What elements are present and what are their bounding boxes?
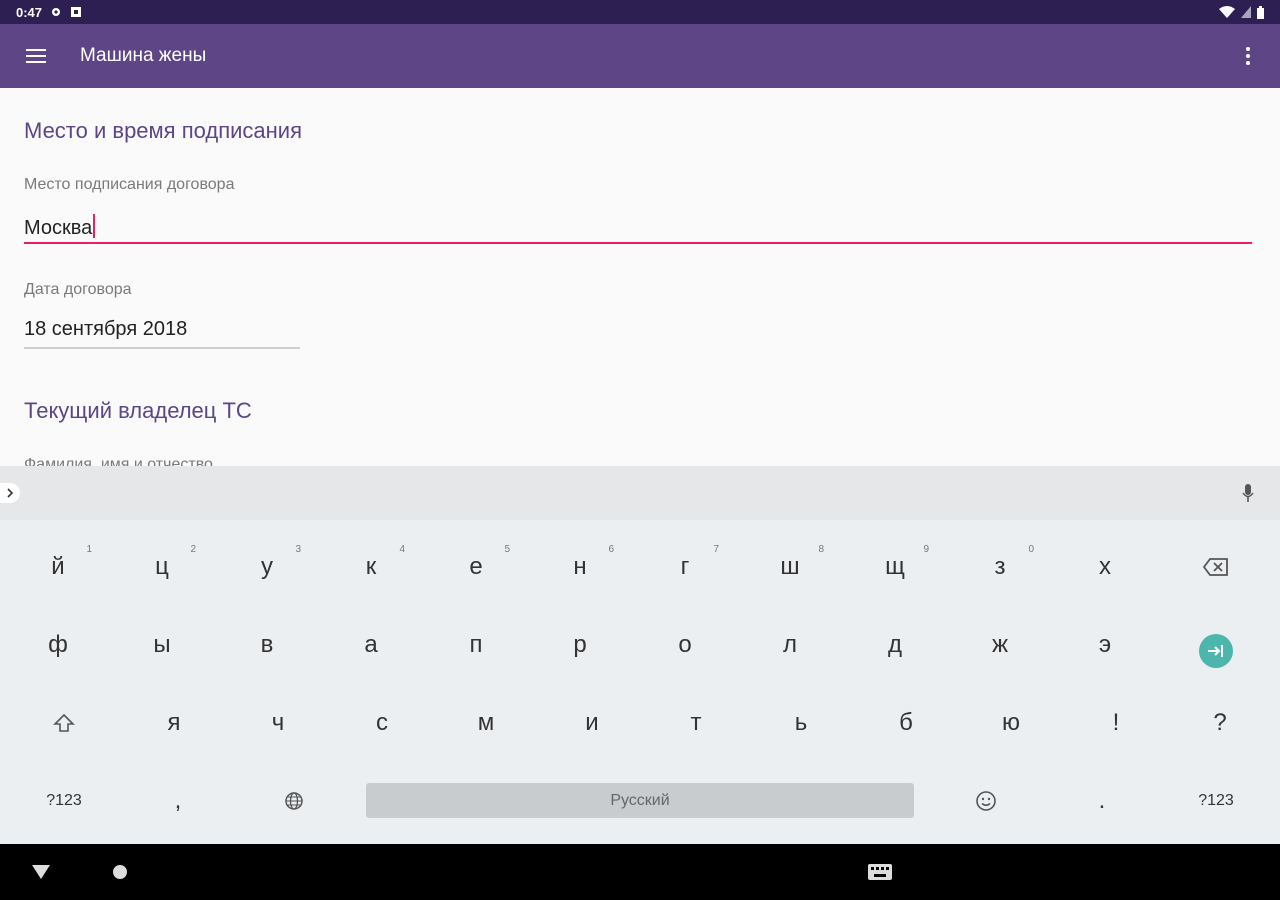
key-row1-9[interactable]: з0 [948, 528, 1052, 606]
key-row1-7[interactable]: ш8 [738, 528, 842, 606]
status-bar: 0:47 [0, 0, 1280, 24]
suggestion-strip [0, 466, 1280, 520]
shift-icon [53, 713, 75, 732]
battery-icon [1257, 5, 1264, 19]
emoji-key[interactable] [934, 762, 1038, 840]
app-title: Машина жены [80, 45, 207, 66]
date-field[interactable]: 18 сентября 2018 [24, 318, 187, 341]
place-field[interactable]: Москва [24, 214, 96, 240]
place-field-label: Место подписания договора [24, 176, 235, 193]
key-row2-0[interactable]: ф [6, 606, 110, 684]
space-key[interactable]: Русский [366, 783, 914, 818]
place-field-underline [24, 242, 1252, 244]
key-row2-10[interactable]: э [1053, 606, 1157, 684]
key-row1-8[interactable]: щ9 [843, 528, 947, 606]
key-row2-7[interactable]: л [738, 606, 842, 684]
section-title-current-owner: Текущий владелец ТС [24, 398, 252, 423]
place-field-value: Москва [24, 217, 93, 239]
more-vert-icon [1246, 47, 1250, 51]
backspace-key[interactable] [1164, 528, 1268, 606]
chevron-right-icon [7, 488, 14, 498]
signal-icon [1241, 6, 1251, 18]
emoji-icon [976, 791, 996, 811]
key-row1-6[interactable]: г7 [633, 528, 737, 606]
key-row1-1[interactable]: ц2 [110, 528, 214, 606]
back-icon[interactable] [32, 865, 50, 879]
comma-key[interactable]: , [126, 762, 230, 840]
more-options-button[interactable] [1216, 24, 1280, 88]
symbols-key-right[interactable]: ?123 [1164, 762, 1268, 840]
key-row3-8[interactable]: ю [959, 684, 1063, 762]
key-row3-9[interactable]: ! [1064, 684, 1168, 762]
enter-key[interactable] [1164, 612, 1268, 690]
date-field-label: Дата договора [24, 281, 132, 298]
key-row2-2[interactable]: в [215, 606, 319, 684]
settings-icon [52, 8, 61, 16]
key-row2-8[interactable]: д [843, 606, 947, 684]
home-icon[interactable] [113, 865, 127, 879]
keyboard-switch-icon[interactable] [868, 864, 892, 880]
form-content: Место и время подписания Место подписани… [0, 88, 1280, 466]
symbols-key-left[interactable]: ?123 [12, 762, 116, 840]
key-row2-6[interactable]: о [633, 606, 737, 684]
key-row1-5[interactable]: н6 [528, 528, 632, 606]
key-row1-2[interactable]: у3 [215, 528, 319, 606]
wifi-icon [1219, 6, 1235, 18]
text-cursor [93, 214, 96, 238]
key-row2-3[interactable]: а [319, 606, 423, 684]
key-row3-3[interactable]: м [434, 684, 538, 762]
status-time: 0:47 [16, 4, 43, 20]
key-row1-4[interactable]: е5 [424, 528, 528, 606]
shift-key[interactable] [12, 684, 116, 762]
key-row1-10[interactable]: х [1053, 528, 1157, 606]
date-field-underline [24, 347, 300, 349]
next-tab-icon [1199, 634, 1233, 668]
navigation-bar [0, 844, 1280, 900]
key-row3-4[interactable]: и [540, 684, 644, 762]
key-row1-0[interactable]: й1 [6, 528, 110, 606]
hamburger-menu-icon [26, 49, 46, 63]
keyboard: й1 ц2 у3 к4 е5 н6 г7 ш8 щ9 з0 х ф ы в а … [0, 520, 1280, 844]
key-row2-9[interactable]: ж [948, 606, 1052, 684]
key-row3-0[interactable]: я [122, 684, 226, 762]
key-row3-5[interactable]: т [644, 684, 748, 762]
key-row3-7[interactable]: б [854, 684, 958, 762]
key-row2-5[interactable]: р [528, 606, 632, 684]
key-row3-6[interactable]: ь [749, 684, 853, 762]
backspace-icon [1203, 558, 1228, 576]
key-row3-10[interactable]: ? [1168, 684, 1272, 762]
section-title-place-time: Место и время подписания [24, 118, 302, 143]
period-key[interactable]: . [1050, 762, 1154, 840]
menu-button[interactable] [0, 24, 72, 88]
key-row3-2[interactable]: с [330, 684, 434, 762]
key-row2-1[interactable]: ы [110, 606, 214, 684]
language-key[interactable] [242, 762, 346, 840]
key-row1-3[interactable]: к4 [319, 528, 423, 606]
notification-icon [71, 7, 82, 17]
expand-suggestions-button[interactable] [0, 483, 20, 503]
globe-icon [285, 792, 303, 810]
key-row2-4[interactable]: п [424, 606, 528, 684]
app-bar: Машина жены [0, 24, 1280, 88]
key-row3-1[interactable]: ч [226, 684, 330, 762]
name-field-label: Фамилия, имя и отчество [24, 456, 213, 466]
mic-icon[interactable] [1242, 484, 1254, 504]
